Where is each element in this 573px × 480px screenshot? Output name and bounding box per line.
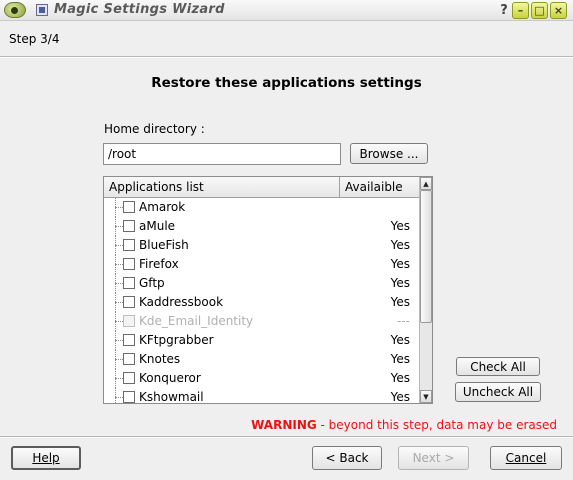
- title-bar[interactable]: Magic Settings Wizard ? – □ ×: [0, 0, 573, 21]
- page-heading: Restore these applications settings: [151, 75, 422, 91]
- tree-branch: [115, 340, 123, 341]
- item-name: Amarok: [139, 200, 186, 214]
- item-checkbox[interactable]: [123, 277, 135, 289]
- item-name: KFtpgrabber: [139, 333, 214, 347]
- close-icon[interactable]: ×: [550, 2, 567, 19]
- tree-branch: [115, 321, 123, 322]
- item-checkbox[interactable]: [123, 334, 135, 346]
- list-item[interactable]: Kaddressbook Yes: [104, 293, 420, 312]
- scroll-thumb[interactable]: [420, 190, 432, 323]
- warning-message: WARNING - beyond this step, data may be …: [251, 418, 557, 432]
- list-scrollbar[interactable]: ▲ ▼: [419, 177, 432, 403]
- tree-branch: [115, 302, 123, 303]
- item-availability: Yes: [390, 257, 410, 271]
- step-indicator: Step 3/4: [9, 32, 60, 46]
- cancel-button[interactable]: Cancel: [490, 446, 562, 470]
- item-name: Firefox: [139, 257, 179, 271]
- tree-branch: [115, 245, 123, 246]
- item-checkbox: [123, 315, 135, 327]
- top-divider: [0, 56, 573, 58]
- scroll-down-arrow-icon[interactable]: ▼: [420, 390, 432, 403]
- minimize-icon[interactable]: –: [512, 2, 529, 19]
- item-name: Kshowmail: [139, 390, 204, 404]
- eye-app-icon[interactable]: [4, 2, 26, 18]
- check-all-button[interactable]: Check All: [456, 357, 540, 376]
- item-checkbox[interactable]: [123, 296, 135, 308]
- item-availability: Yes: [390, 276, 410, 290]
- item-checkbox[interactable]: [123, 391, 135, 403]
- tree-branch: [115, 378, 123, 379]
- tree-branch: [115, 283, 123, 284]
- warning-text: - beyond this step, data may be erased: [316, 418, 557, 432]
- window-menu-icon[interactable]: [36, 4, 48, 16]
- tree-branch: [115, 397, 123, 398]
- list-rows: Amarok aMule Yes BlueFish Yes Firefox Yes Gftp Y…: [104, 198, 420, 404]
- list-item[interactable]: Kshowmail Yes: [104, 388, 420, 404]
- back-button[interactable]: < Back: [312, 446, 382, 470]
- warning-label: WARNING: [251, 418, 317, 432]
- cancel-button-label: Cancel: [505, 451, 547, 465]
- item-name: Knotes: [139, 352, 181, 366]
- item-availability: ---: [397, 314, 410, 328]
- item-availability: Yes: [390, 390, 410, 404]
- item-name: aMule: [139, 219, 176, 233]
- item-availability: Yes: [390, 333, 410, 347]
- item-name: Kde_Email_Identity: [139, 314, 254, 328]
- item-checkbox[interactable]: [123, 201, 135, 213]
- column-header-available[interactable]: Availaible: [340, 177, 420, 198]
- list-item[interactable]: Firefox Yes: [104, 255, 420, 274]
- home-directory-label: Home directory :: [104, 122, 205, 136]
- item-availability: Yes: [390, 352, 410, 366]
- tree-branch: [115, 207, 123, 208]
- item-name: BlueFish: [139, 238, 189, 252]
- list-item: Kde_Email_Identity ---: [104, 312, 420, 331]
- item-checkbox[interactable]: [123, 258, 135, 270]
- tree-branch: [115, 226, 123, 227]
- list-item[interactable]: KFtpgrabber Yes: [104, 331, 420, 350]
- column-header-applications[interactable]: Applications list: [104, 177, 340, 198]
- item-availability: Yes: [390, 295, 410, 309]
- maximize-icon[interactable]: □: [531, 2, 548, 19]
- help-button[interactable]: Help: [11, 446, 81, 470]
- tree-branch: [115, 264, 123, 265]
- item-checkbox[interactable]: [123, 239, 135, 251]
- item-name: Gftp: [139, 276, 165, 290]
- applications-list[interactable]: Applications list Availaible Amarok aMule…: [103, 176, 433, 404]
- next-button[interactable]: Next >: [398, 446, 469, 470]
- list-item[interactable]: Knotes Yes: [104, 350, 420, 369]
- item-availability: Yes: [390, 371, 410, 385]
- home-directory-input[interactable]: [103, 143, 341, 165]
- help-button-label: Help: [32, 451, 60, 465]
- item-availability: Yes: [390, 238, 410, 252]
- item-checkbox[interactable]: [123, 220, 135, 232]
- item-checkbox[interactable]: [123, 353, 135, 365]
- list-item[interactable]: Gftp Yes: [104, 274, 420, 293]
- list-item[interactable]: BlueFish Yes: [104, 236, 420, 255]
- list-item[interactable]: Amarok: [104, 198, 420, 217]
- item-name: Kaddressbook: [139, 295, 224, 309]
- help-question-icon[interactable]: ?: [498, 2, 510, 19]
- window-title: Magic Settings Wizard: [54, 2, 225, 17]
- browse-button[interactable]: Browse ...: [350, 143, 428, 164]
- uncheck-all-button[interactable]: Uncheck All: [455, 382, 541, 402]
- list-header: Applications list Availaible: [104, 177, 420, 198]
- tree-branch: [115, 359, 123, 360]
- item-checkbox[interactable]: [123, 372, 135, 384]
- list-item[interactable]: Konqueror Yes: [104, 369, 420, 388]
- bottom-divider: [0, 436, 573, 438]
- scroll-up-arrow-icon[interactable]: ▲: [420, 177, 432, 190]
- tree-line: [115, 388, 116, 403]
- item-availability: Yes: [390, 219, 410, 233]
- list-item[interactable]: aMule Yes: [104, 217, 420, 236]
- item-name: Konqueror: [139, 371, 201, 385]
